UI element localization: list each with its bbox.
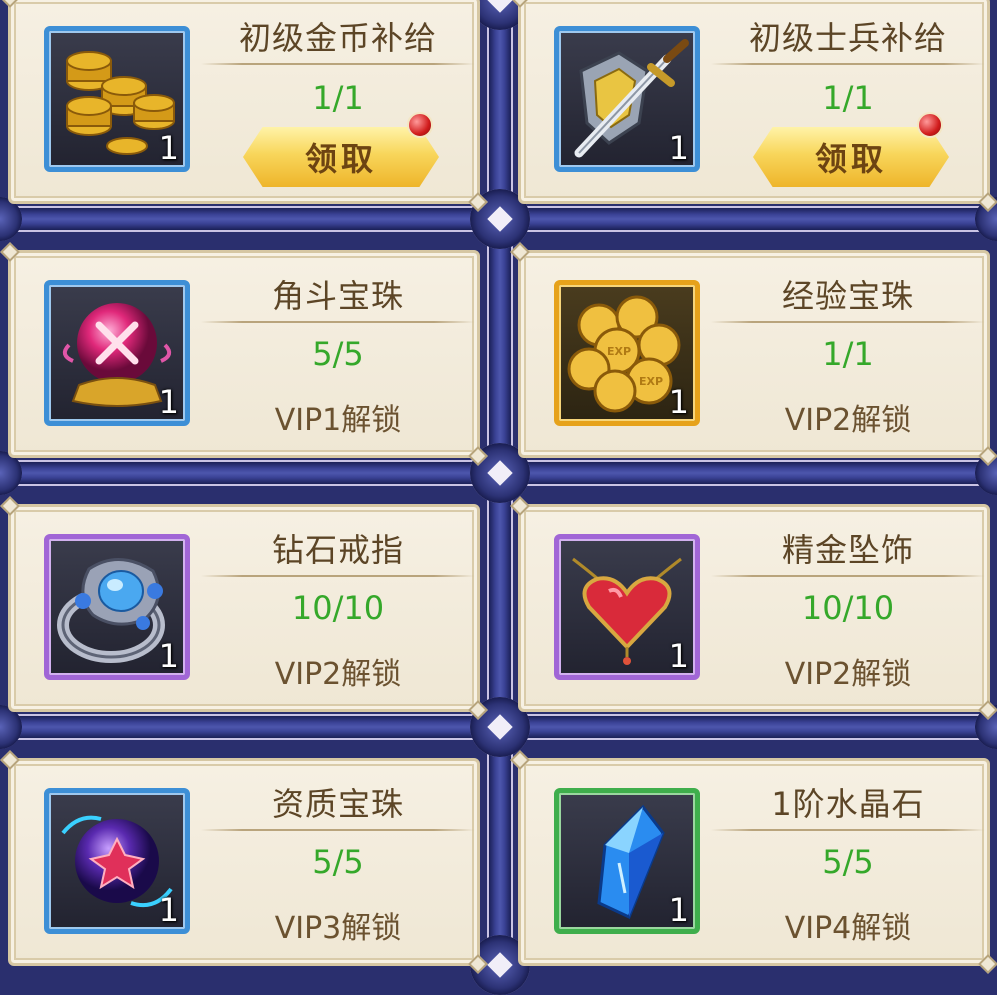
claim-count: 1/1	[312, 79, 364, 117]
vip-unlock-label: VIP1解锁	[274, 403, 402, 438]
claim-button[interactable]: 领取	[753, 127, 949, 187]
title-divider	[201, 63, 475, 65]
claim-count: 1/1	[822, 79, 874, 117]
card-title: 1阶水晶石	[771, 785, 925, 823]
vip-unlock-label: VIP2解锁	[784, 403, 912, 438]
notification-dot	[407, 112, 433, 138]
card-title: 钻石戒指	[271, 531, 404, 569]
vip-unlock-label: VIP2解锁	[784, 657, 912, 692]
item-quantity: 1	[668, 383, 689, 421]
claim-count: 10/10	[291, 589, 385, 627]
vip-unlock-label: VIP2解锁	[274, 657, 402, 692]
title-divider	[711, 829, 985, 831]
supply-card: 1 精金坠饰 10/10 VIP2解锁	[518, 504, 990, 712]
claim-count: 5/5	[822, 843, 874, 881]
claim-count: 10/10	[801, 589, 895, 627]
title-divider	[711, 321, 985, 323]
item-quantity: 1	[158, 637, 179, 675]
supply-card: 1 初级士兵补给 1/1 领取	[518, 0, 990, 204]
supply-card: 1 角斗宝珠 5/5 VIP1解锁	[8, 250, 480, 458]
item-slot[interactable]: 1	[44, 788, 190, 934]
card-title: 资质宝珠	[271, 785, 404, 823]
item-slot[interactable]: EXP EXP 1	[554, 280, 700, 426]
item-quantity: 1	[668, 637, 689, 675]
item-slot[interactable]: 1	[554, 534, 700, 680]
card-title: 初级金币补给	[238, 19, 437, 57]
svg-text:EXP: EXP	[639, 375, 663, 388]
title-divider	[201, 321, 475, 323]
item-quantity: 1	[158, 383, 179, 421]
claim-count: 5/5	[312, 335, 364, 373]
item-slot[interactable]: 1	[554, 788, 700, 934]
card-title: 初级士兵补给	[748, 19, 947, 57]
supply-card: EXP EXP 1 经验宝珠 1/1 VIP2解锁	[518, 250, 990, 458]
claim-count: 5/5	[312, 843, 364, 881]
item-slot[interactable]: 1	[554, 26, 700, 172]
item-quantity: 1	[158, 891, 179, 929]
title-divider	[711, 63, 985, 65]
vip-unlock-label: VIP3解锁	[274, 911, 402, 946]
claim-count: 1/1	[822, 335, 874, 373]
notification-dot	[917, 112, 943, 138]
card-title: 经验宝珠	[781, 277, 914, 315]
item-slot[interactable]: 1	[44, 280, 190, 426]
item-slot[interactable]: 1	[44, 26, 190, 172]
title-divider	[201, 829, 475, 831]
svg-text:EXP: EXP	[607, 345, 631, 358]
item-quantity: 1	[668, 129, 689, 167]
supply-card: 1 资质宝珠 5/5 VIP3解锁	[8, 758, 480, 966]
item-quantity: 1	[668, 891, 689, 929]
vip-unlock-label: VIP4解锁	[784, 911, 912, 946]
supply-card: 1 1阶水晶石 5/5 VIP4解锁	[518, 758, 990, 966]
supply-card: 1 钻石戒指 10/10 VIP2解锁	[8, 504, 480, 712]
card-title: 角斗宝珠	[271, 277, 404, 315]
title-divider	[711, 575, 985, 577]
claim-button[interactable]: 领取	[243, 127, 439, 187]
title-divider	[201, 575, 475, 577]
item-slot[interactable]: 1	[44, 534, 190, 680]
supply-card: 1 初级金币补给 1/1 领取	[8, 0, 480, 204]
card-title: 精金坠饰	[781, 531, 914, 569]
item-quantity: 1	[158, 129, 179, 167]
